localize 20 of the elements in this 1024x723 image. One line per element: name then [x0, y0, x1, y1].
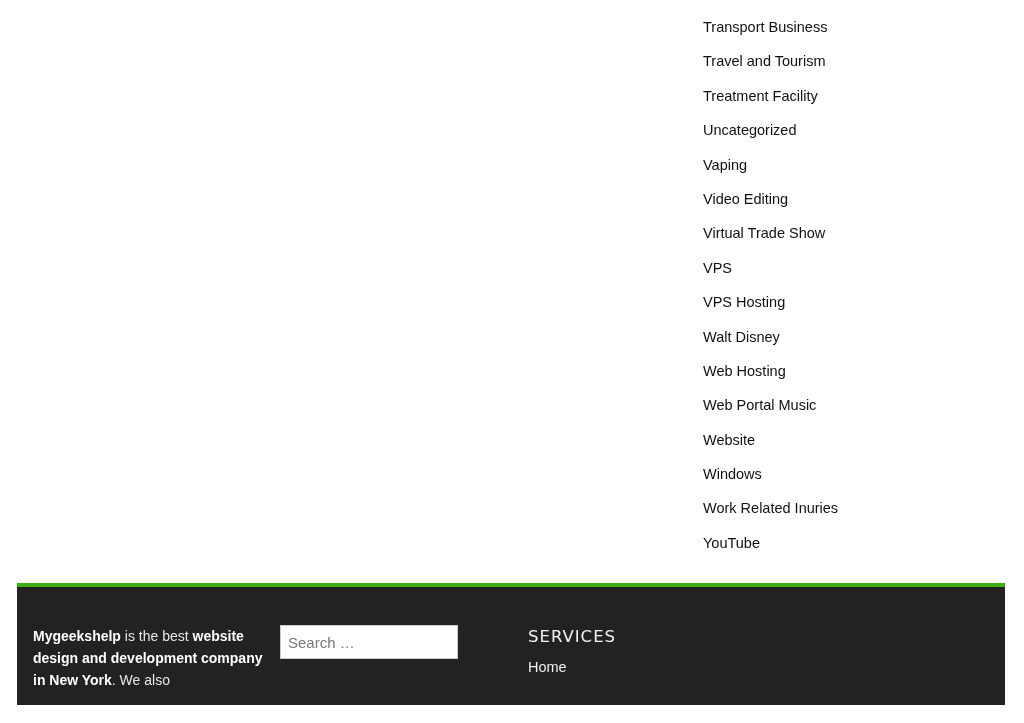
about-text: Mygeekshelp is the best website design and development company in New York. We also	[33, 627, 264, 690]
category-link[interactable]: YouTube	[703, 532, 760, 554]
category-link[interactable]: Vaping	[703, 154, 748, 176]
category-link[interactable]: Uncategorized	[703, 120, 797, 142]
category-link[interactable]: Virtual Trade Show	[703, 223, 826, 245]
category-link[interactable]: Transport Business	[703, 17, 828, 38]
category-link[interactable]: VPS Hosting	[703, 292, 786, 314]
footer-link[interactable]: Home	[528, 659, 567, 675]
category-link[interactable]: Web Portal Music	[703, 395, 817, 417]
services-heading: SERVICES	[528, 626, 618, 648]
category-link[interactable]: Video Editing	[703, 188, 789, 210]
category-link[interactable]: Windows	[703, 464, 762, 486]
search-field[interactable]: Search …	[280, 625, 458, 659]
category-link[interactable]: Web Hosting	[703, 360, 786, 382]
category-link[interactable]: Treatment Facility	[703, 85, 818, 107]
category-link[interactable]: Walt Disney	[703, 326, 780, 348]
category-link[interactable]: Travel and Tourism	[703, 51, 826, 73]
category-link[interactable]: Work Related Inuries	[703, 498, 839, 520]
category-link[interactable]: VPS	[703, 257, 732, 279]
category-link[interactable]: Website	[703, 429, 756, 451]
